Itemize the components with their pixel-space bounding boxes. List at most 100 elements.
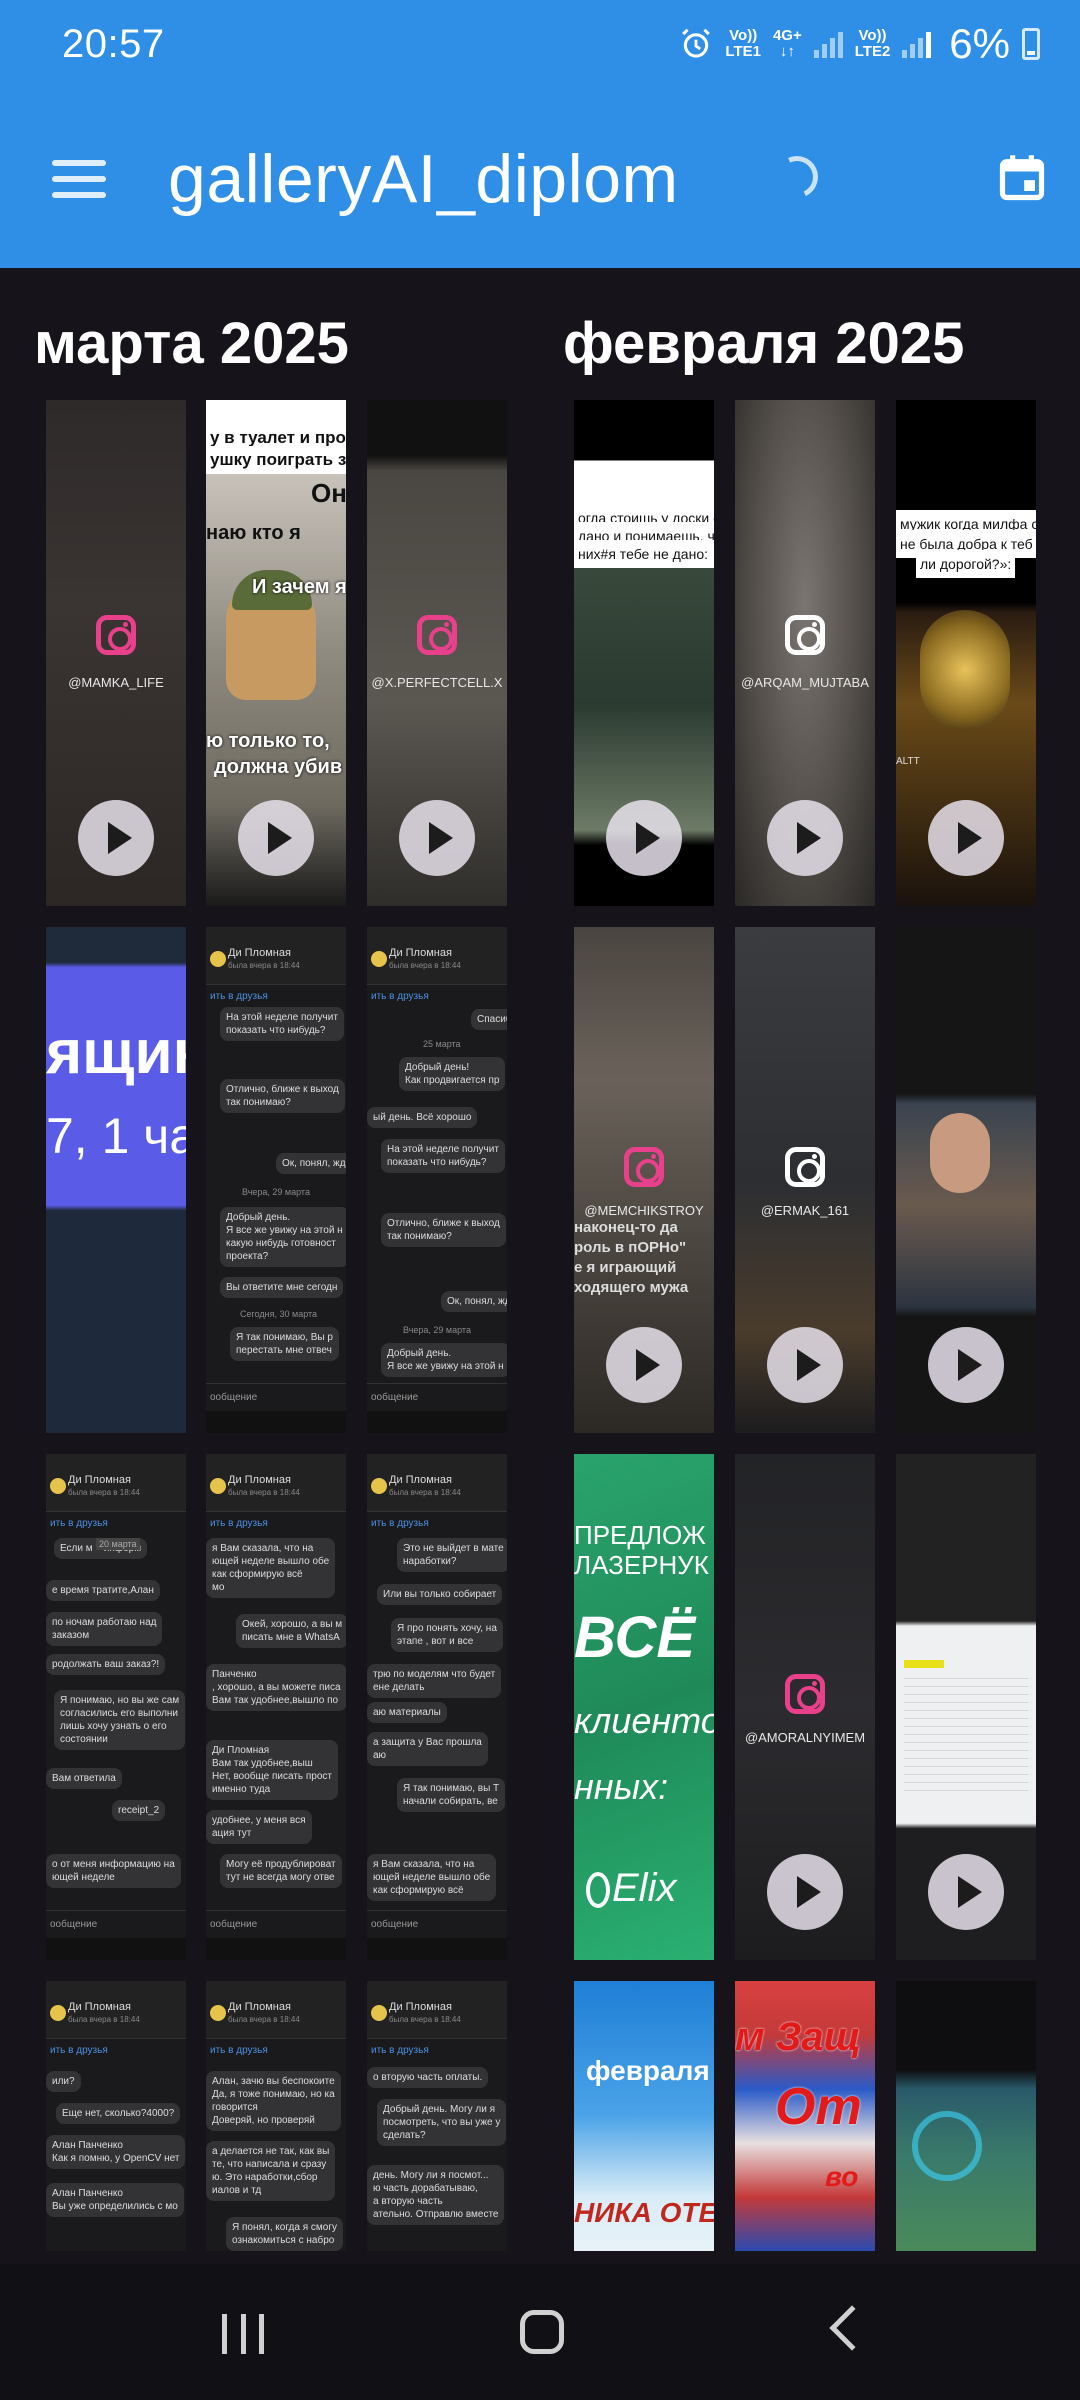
chat-bubble: Добрый день! Как продвигается пр bbox=[399, 1057, 506, 1091]
add-friend-link: ить в друзья bbox=[371, 1518, 429, 1529]
chat-last-seen: была вчера в 18:44 bbox=[228, 1488, 300, 1497]
video-thumbnail[interactable]: @MAMKA_LIFE bbox=[46, 400, 186, 906]
chat-bubble: Алан Панченко Вы уже определились с мо bbox=[46, 2183, 184, 2217]
image-thumbnail[interactable]: ПРЕДЛОЖ ЛАЗЕРНУК ВСЁ Т клиенто нных: Eli… bbox=[574, 1454, 714, 1960]
chat-screenshot-thumbnail[interactable]: Ди Пломная была вчера в 18:44 ить в друз… bbox=[206, 1981, 346, 2251]
video-thumbnail[interactable] bbox=[896, 1454, 1036, 1960]
chat-contact-name: Ди Пломная bbox=[228, 947, 291, 959]
game-screenshot-thumbnail[interactable] bbox=[896, 1981, 1036, 2251]
home-icon[interactable] bbox=[520, 2310, 564, 2354]
chat-input: ообщение bbox=[367, 1383, 507, 1411]
sim1-indicator: Vo)) LTE1 bbox=[725, 27, 761, 60]
chat-screenshot-thumbnail[interactable]: Ди Пломная была вчера в 18:44 ить в друз… bbox=[206, 927, 346, 1433]
chat-bubble: Это не выйдет в мате наработки? bbox=[397, 1538, 507, 1572]
meme-caption: ю только то, bbox=[206, 730, 330, 752]
holiday-text: февраля bbox=[586, 2055, 710, 2086]
chat-contact-name: Ди Пломная bbox=[228, 2001, 291, 2013]
play-icon[interactable] bbox=[606, 1327, 682, 1403]
play-icon[interactable] bbox=[606, 800, 682, 876]
chat-screenshot-thumbnail[interactable]: Ди Пломная была вчера в 18:44 ить в друз… bbox=[367, 927, 507, 1433]
chat-bubble: Спасиб bbox=[471, 1009, 507, 1030]
image-thumbnail[interactable]: м Защ От во bbox=[735, 1981, 875, 2251]
video-thumbnail[interactable] bbox=[896, 927, 1036, 1433]
play-icon[interactable] bbox=[767, 1327, 843, 1403]
chat-bubble: Добрый день. Я все же увижу на этой н bbox=[381, 1343, 507, 1377]
chat-nav-bar bbox=[46, 1938, 186, 1960]
chat-bubble: о вторую часть оплаты. bbox=[367, 2067, 489, 2088]
chat-bubble: Еще нет, сколько?4000? bbox=[56, 2103, 181, 2124]
chat-contact-name: Ди Пломная bbox=[68, 1474, 131, 1486]
chat-date: Вчера, 29 марта bbox=[242, 1187, 310, 1197]
video-thumbnail[interactable]: @X.PERFECTCELL.X bbox=[367, 400, 507, 906]
holiday-text: во bbox=[825, 2161, 859, 2192]
add-friend-link: ить в друзья bbox=[50, 1518, 108, 1529]
chat-bubble: аю материалы bbox=[367, 1702, 447, 1723]
chat-screenshot-thumbnail[interactable]: Ди Пломная была вчера в 18:44 ить в друз… bbox=[367, 1981, 507, 2251]
chat-last-seen: была вчера в 18:44 bbox=[389, 1488, 461, 1497]
play-icon[interactable] bbox=[78, 800, 154, 876]
recent-apps-icon[interactable] bbox=[222, 2314, 264, 2354]
play-icon[interactable] bbox=[928, 800, 1004, 876]
watermark-username: @ARQAM_MUJTABA bbox=[741, 675, 869, 690]
chat-bubble: по ночам работаю над заказом bbox=[46, 1612, 163, 1646]
video-thumbnail[interactable]: @MEMCHIKSTROY наконец-то да роль в пОРНо… bbox=[574, 927, 714, 1433]
chat-nav-bar bbox=[367, 1938, 507, 1960]
play-icon[interactable] bbox=[238, 800, 314, 876]
video-thumbnail[interactable]: мужик когда милфа с не была добра к теб … bbox=[896, 400, 1036, 906]
chat-bubble: Добрый день. Могу ли я посмотреть, что в… bbox=[377, 2099, 507, 2146]
play-icon[interactable] bbox=[928, 1327, 1004, 1403]
chat-contact-name: Ди Пломная bbox=[389, 2001, 452, 2013]
app-title: galleryAI_diplom bbox=[168, 141, 679, 217]
video-thumbnail[interactable]: @ARQAM_MUJTABA bbox=[735, 400, 875, 906]
meme-caption: наю кто я bbox=[206, 522, 301, 544]
chat-bubble: родолжать ваш заказ?! bbox=[46, 1654, 166, 1675]
back-icon[interactable] bbox=[829, 2305, 875, 2351]
chat-input: ообщение bbox=[367, 1910, 507, 1938]
image-thumbnail[interactable]: ящин 7, 1 ча bbox=[46, 927, 186, 1433]
add-friend-link: ить в друзья bbox=[210, 1518, 268, 1529]
alarm-icon bbox=[682, 28, 711, 58]
play-icon[interactable] bbox=[928, 1854, 1004, 1930]
chat-screenshot-thumbnail[interactable]: Ди Пломная была вчера в 18:44 ить в друз… bbox=[206, 1454, 346, 1960]
instagram-icon bbox=[417, 615, 457, 655]
calendar-icon[interactable] bbox=[996, 152, 1048, 204]
watermark-username: @AMORALNYIMEM bbox=[744, 1730, 866, 1745]
status-bar: 20:57 Vo)) LTE1 4G+ ↓↑ Vo)) LTE2 6% bbox=[0, 0, 1080, 88]
video-caption: ходящего мужа bbox=[574, 1279, 689, 1296]
watermark-username: @X.PERFECTCELL.X bbox=[371, 675, 503, 690]
chat-bubble: Ди Пломная Вам так удобнее,выш Нет, вооб… bbox=[206, 1740, 339, 1800]
video-thumbnail[interactable]: @AMORALNYIMEM bbox=[735, 1454, 875, 1960]
play-icon[interactable] bbox=[399, 800, 475, 876]
meme-caption: Он bbox=[311, 478, 346, 508]
chat-contact-name: Ди Пломная bbox=[228, 1474, 291, 1486]
chat-contact-name: Ди Пломная bbox=[389, 1474, 452, 1486]
instagram-icon bbox=[96, 615, 136, 655]
chat-bubble: Я так понимаю, Вы р перестать мне отвеч bbox=[230, 1327, 339, 1361]
video-thumbnail[interactable]: у в туалет и прошу ушку поиграть за н Он… bbox=[206, 400, 346, 906]
image-caption: ящин bbox=[46, 1018, 186, 1087]
app-bar: galleryAI_diplom bbox=[0, 88, 1080, 268]
brand-logo-icon bbox=[586, 1872, 610, 1908]
chat-nav-bar bbox=[206, 1938, 346, 1960]
add-friend-link: ить в друзья bbox=[210, 991, 268, 1002]
chat-screenshot-thumbnail[interactable]: Ди Пломная была вчера в 18:44 ить в друз… bbox=[367, 1454, 507, 1960]
loading-spinner-icon bbox=[770, 150, 824, 204]
play-icon[interactable] bbox=[767, 800, 843, 876]
chat-screenshot-thumbnail[interactable]: Ди Пломная была вчера в 18:44 ить в друз… bbox=[46, 1454, 186, 1960]
instagram-icon bbox=[785, 1674, 825, 1714]
meme-caption: ушку поиграть за н bbox=[206, 446, 346, 474]
image-thumbnail[interactable]: февраля НИКА ОТЕ bbox=[574, 1981, 714, 2251]
video-thumbnail[interactable]: @ERMAK_161 bbox=[735, 927, 875, 1433]
menu-icon[interactable] bbox=[52, 160, 106, 198]
chat-bubble: Алан, зачю вы беспокоите Да, я тоже пони… bbox=[206, 2071, 341, 2131]
chat-bubble: удобнее, у меня вся ация тут bbox=[206, 1810, 312, 1844]
play-icon[interactable] bbox=[767, 1854, 843, 1930]
holiday-text: От bbox=[775, 2078, 862, 2136]
chat-bubble: Алан Панченко Как я помню, у OpenCV нет bbox=[46, 2135, 186, 2169]
video-thumbnail[interactable]: огда стоишь у доски с дано и понимаешь, … bbox=[574, 400, 714, 906]
chat-bubble: я Вам сказала, что на ющей неделе вышло … bbox=[367, 1854, 497, 1901]
chat-bubble: Я про понять хочу, на этапе , вот и все bbox=[391, 1618, 503, 1652]
chat-bubble: Панченко , хорошо, а вы можете писа Вам … bbox=[206, 1664, 346, 1711]
signal-icon bbox=[813, 30, 843, 58]
chat-screenshot-thumbnail[interactable]: Ди Пломная была вчера в 18:44 ить в друз… bbox=[46, 1981, 186, 2251]
